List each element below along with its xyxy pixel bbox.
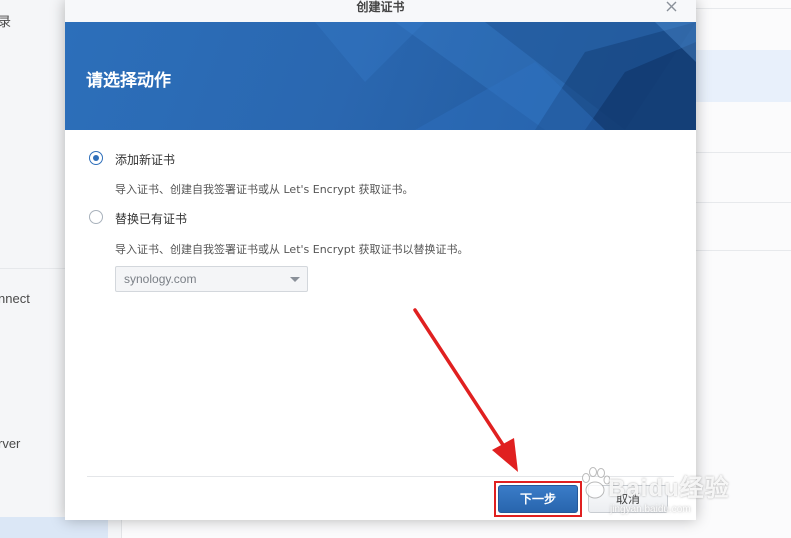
certificate-select-value: synology.com <box>124 272 197 286</box>
replace-existing-certificate-label[interactable]: 替换已有证书 <box>115 210 187 227</box>
list-divider <box>694 8 791 9</box>
list-divider <box>694 152 791 153</box>
replace-existing-certificate-description: 导入证书、创建自我签署证书或从 Let's Encrypt 获取证书以替换证书。 <box>115 243 469 256</box>
dialog-titlebar[interactable]: 创建证书 <box>65 0 696 22</box>
sidebar-item-connect[interactable]: nnect <box>0 291 30 306</box>
dialog-title: 创建证书 <box>356 0 405 14</box>
footer-divider <box>87 476 674 477</box>
add-new-certificate-description: 导入证书、创建自我签署证书或从 Let's Encrypt 获取证书。 <box>115 183 414 196</box>
certificate-select[interactable]: synology.com <box>115 266 308 292</box>
list-divider <box>694 202 791 203</box>
dialog-banner: 请选择动作 <box>65 22 696 130</box>
list-divider <box>694 250 791 251</box>
add-new-certificate-radio[interactable] <box>89 151 103 165</box>
list-item-highlighted[interactable] <box>694 50 791 102</box>
next-button[interactable]: 下一步 <box>498 485 578 513</box>
add-new-certificate-label[interactable]: 添加新证书 <box>115 151 175 168</box>
banner-title: 请选择动作 <box>86 71 171 91</box>
sidebar-item-top[interactable]: 录 <box>0 11 11 30</box>
replace-existing-certificate-radio[interactable] <box>89 210 103 224</box>
chevron-down-icon[interactable] <box>290 277 300 282</box>
cancel-button[interactable]: 取消 <box>588 485 668 513</box>
sidebar-item-selected[interactable] <box>0 517 108 538</box>
close-icon[interactable] <box>663 0 681 16</box>
sidebar-item-server[interactable]: rver <box>0 436 20 451</box>
create-certificate-dialog: 创建证书 请选择动作 添加新证书 导入证书、创建自我签署证书或从 Let's E… <box>65 0 696 520</box>
